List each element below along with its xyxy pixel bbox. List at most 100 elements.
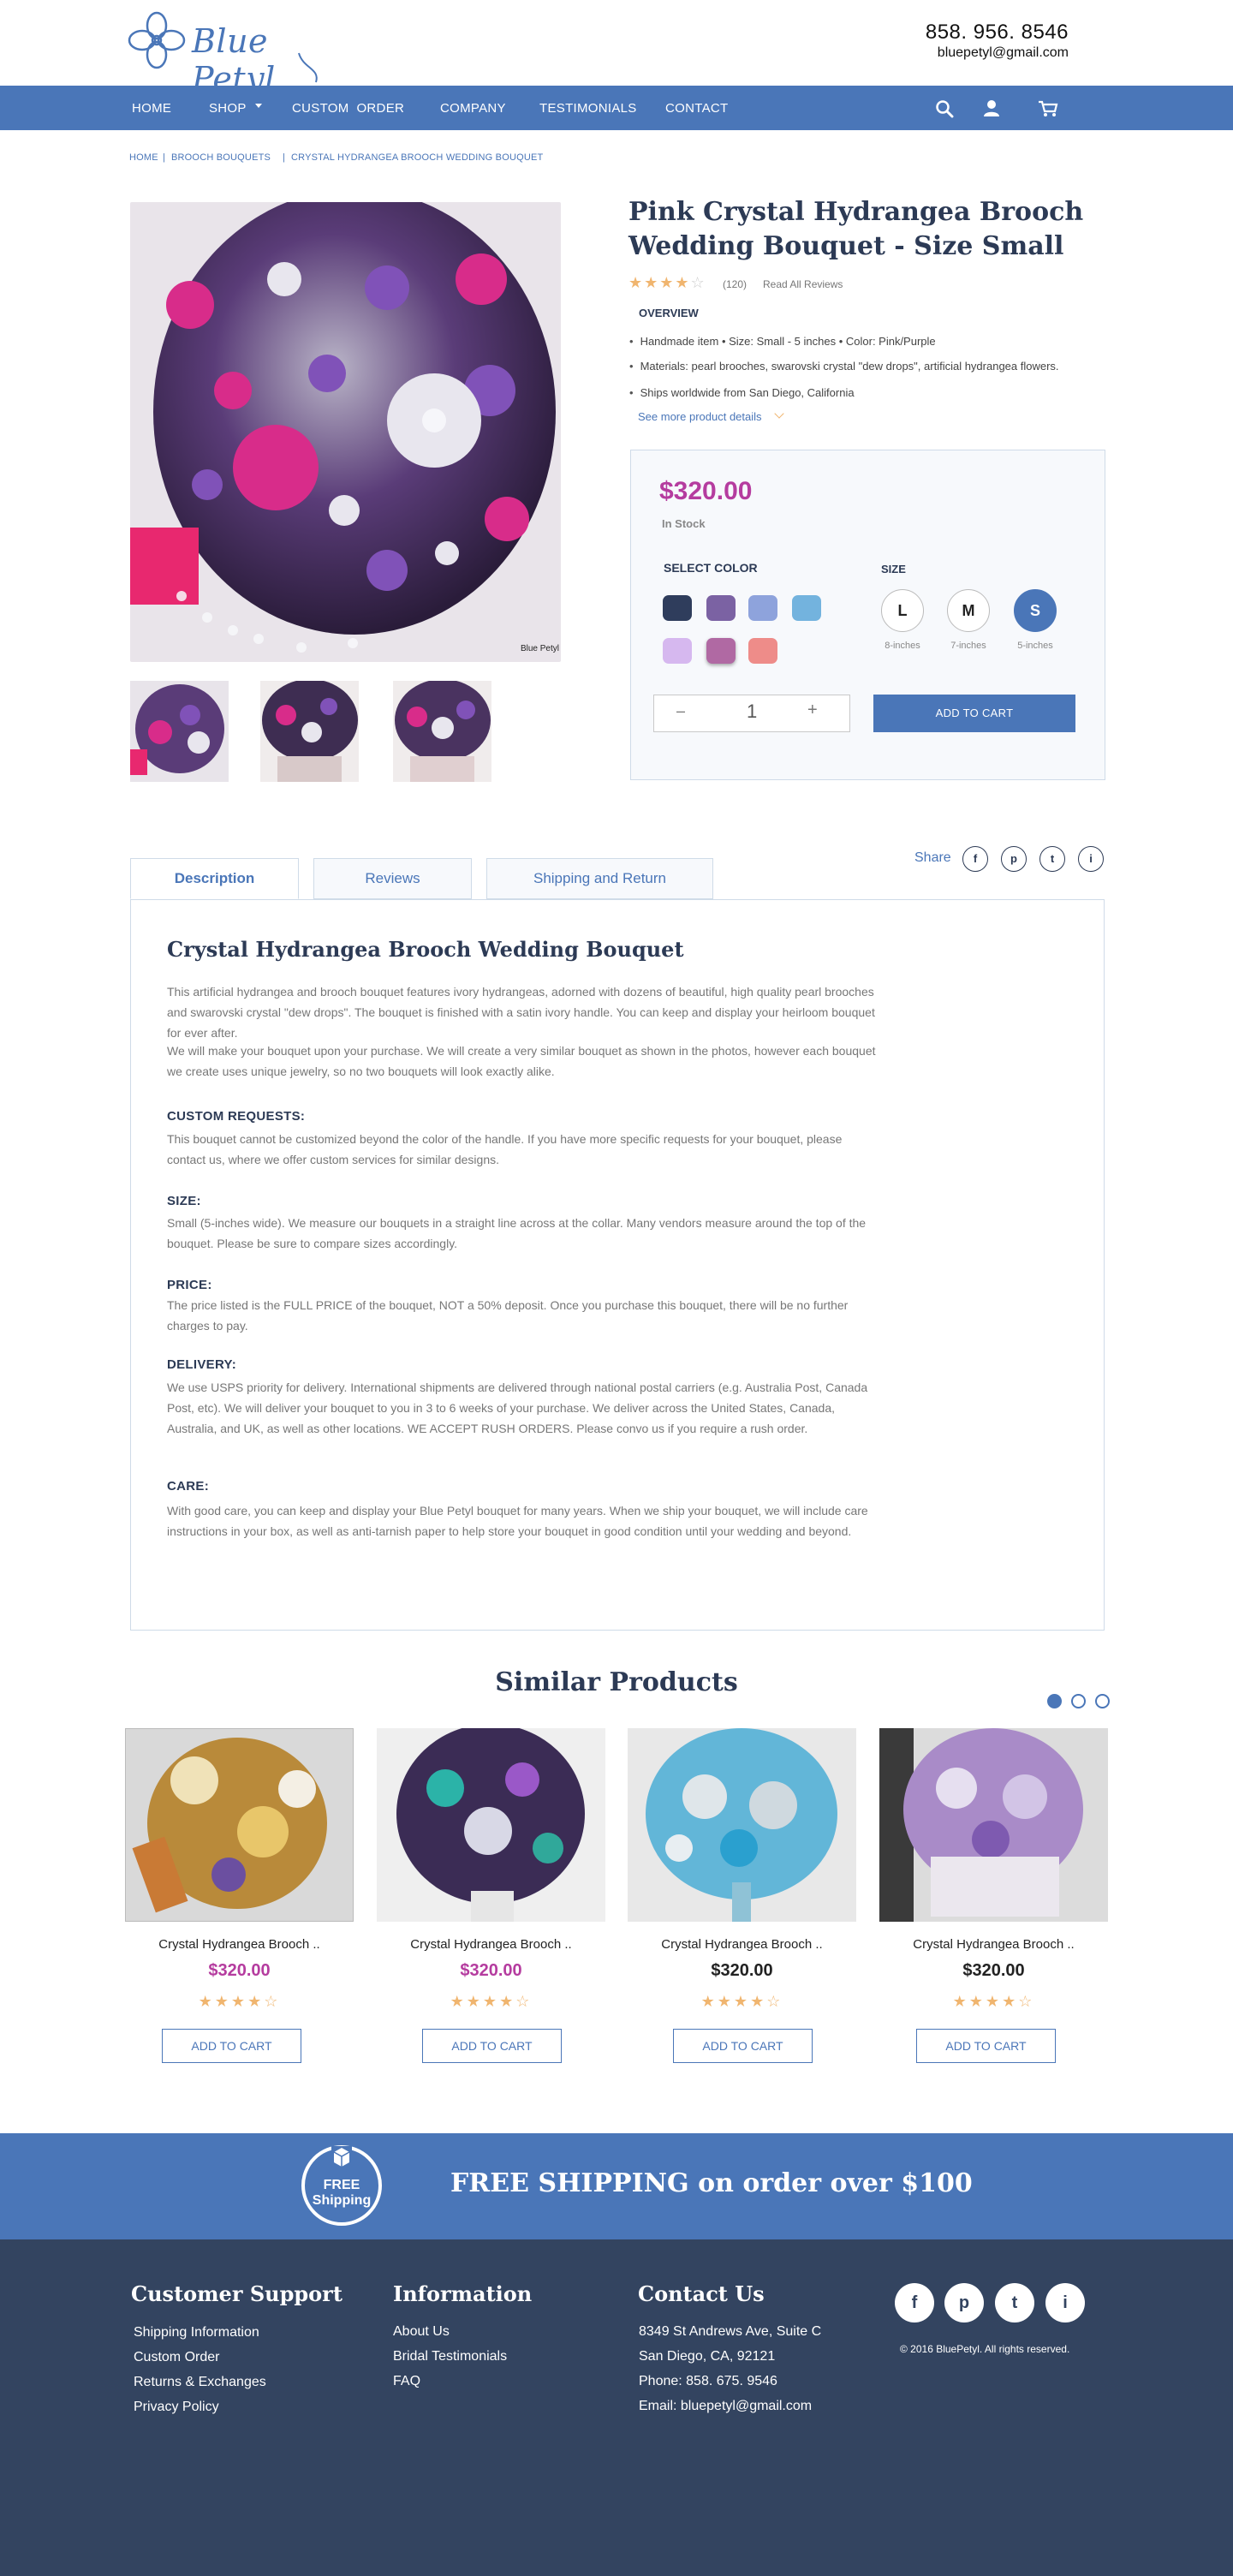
similar-product-image[interactable]: [628, 1728, 856, 1922]
nav-home[interactable]: HOME: [132, 101, 171, 116]
nav-testimonials[interactable]: TESTIMONIALS: [539, 101, 637, 116]
product-title: Pink Crystal Hydrangea Brooch Wedding Bo…: [628, 197, 1084, 261]
product-thumbnail-2[interactable]: [260, 681, 359, 782]
footer-link[interactable]: Privacy Policy: [134, 2400, 219, 2415]
footer-contact-line[interactable]: Email: bluepetyl@gmail.com: [639, 2399, 812, 2414]
similar-add-to-cart-button[interactable]: ADD TO CART: [673, 2029, 813, 2063]
product-rating-stars: ★★★★☆: [628, 274, 706, 291]
similar-product-name[interactable]: Crystal Hydrangea Brooch ..: [879, 1937, 1108, 1952]
footer-pinterest-icon[interactable]: p: [944, 2283, 984, 2323]
tab-shipping-return[interactable]: Shipping and Return: [486, 858, 713, 899]
similar-product-name[interactable]: Crystal Hydrangea Brooch ..: [628, 1937, 856, 1952]
header-email[interactable]: bluepetyl@gmail.com: [938, 45, 1069, 61]
similar-product-name[interactable]: Crystal Hydrangea Brooch ..: [377, 1937, 605, 1952]
nav-custom-order[interactable]: CUSTOM ORDER: [292, 101, 404, 116]
nav-company[interactable]: COMPANY: [440, 101, 506, 116]
shop-caret-icon: [255, 104, 262, 108]
footer-link[interactable]: Custom Order: [134, 2350, 219, 2365]
footer-link[interactable]: Shipping Information: [134, 2325, 259, 2340]
section-heading: CUSTOM REQUESTS:: [167, 1109, 306, 1124]
product-main-image[interactable]: Blue Petyl: [130, 202, 561, 662]
footer-link[interactable]: Bridal Testimonials: [393, 2349, 507, 2364]
tab-description[interactable]: Description: [130, 858, 299, 899]
footer-contact-line: 8349 St Andrews Ave, Suite C: [639, 2324, 822, 2339]
section-text: This bouquet cannot be customized beyond…: [167, 1132, 843, 1166]
header-phone[interactable]: 858. 956. 8546: [926, 21, 1069, 45]
product-thumbnail-3[interactable]: [393, 681, 491, 782]
similar-add-to-cart-button[interactable]: ADD TO CART: [422, 2029, 562, 2063]
similar-product-stars: ★★★★☆: [198, 1993, 281, 2010]
footer-facebook-icon[interactable]: f: [895, 2283, 934, 2323]
similar-product-stars: ★★★★☆: [700, 1993, 783, 2010]
overview-heading: OVERVIEW: [639, 307, 699, 319]
section-heading: CARE:: [167, 1479, 209, 1494]
free-shipping-text: FREE SHIPPING on order over $100: [450, 2168, 973, 2198]
share-pinterest-icon[interactable]: p: [1001, 846, 1027, 872]
copyright: © 2016 BluePetyl. All rights reserved.: [900, 2343, 1070, 2355]
similar-product-image[interactable]: [377, 1728, 605, 1922]
size-label: SIZE: [881, 563, 906, 575]
stock-status: In Stock: [662, 517, 706, 530]
footer-twitter-icon[interactable]: t: [995, 2283, 1034, 2323]
color-swatch[interactable]: [792, 595, 821, 621]
overview-bullet-3: Ships worldwide from San Diego, Californ…: [629, 386, 855, 399]
similar-product-name[interactable]: Crystal Hydrangea Brooch ..: [125, 1937, 354, 1952]
similar-product-image[interactable]: [879, 1728, 1108, 1922]
size-caption: 5-inches: [1017, 641, 1053, 651]
color-swatch[interactable]: [748, 595, 777, 621]
flower-logo-icon: [128, 11, 186, 69]
see-more-details-link[interactable]: See more product details: [638, 410, 762, 423]
description-intro: This artificial hydrangea and brooch bou…: [167, 985, 875, 1040]
carousel-dot[interactable]: [1095, 1694, 1110, 1708]
breadcrumb-sep: |: [163, 152, 166, 163]
chevron-down-icon: [774, 408, 784, 419]
badge-line-1: FREE: [323, 2178, 360, 2192]
color-swatch[interactable]: [663, 638, 692, 664]
similar-add-to-cart-button[interactable]: ADD TO CART: [916, 2029, 1056, 2063]
qty-decrease-button[interactable]: –: [676, 702, 685, 720]
breadcrumb-brooch-bouquets[interactable]: BROOCH BOUQUETS: [171, 152, 271, 163]
footer-link[interactable]: About Us: [393, 2324, 450, 2340]
color-swatch[interactable]: [748, 638, 777, 664]
footer-contact-line[interactable]: Phone: 858. 675. 9546: [639, 2374, 777, 2389]
overview-bullet-2: Materials: pearl brooches, swarovski cry…: [629, 360, 1059, 373]
box-icon: [331, 2146, 352, 2167]
qty-value[interactable]: 1: [747, 701, 757, 723]
description-intro-2: We will make your bouquet upon your purc…: [167, 1044, 876, 1078]
breadcrumb-home[interactable]: HOME: [129, 152, 158, 163]
badge-line-2: Shipping: [312, 2193, 372, 2208]
free-shipping-badge: FREE Shipping: [301, 2145, 382, 2226]
size-button-s[interactable]: S: [1014, 589, 1057, 632]
product-thumbnail-1[interactable]: [130, 681, 229, 782]
footer-link[interactable]: Returns & Exchanges: [134, 2375, 266, 2390]
similar-add-to-cart-button[interactable]: ADD TO CART: [162, 2029, 301, 2063]
logo[interactable]: Blue Petyl: [127, 10, 324, 98]
color-swatch-selected[interactable]: [706, 638, 736, 664]
read-all-reviews-link[interactable]: Read All Reviews: [763, 278, 843, 290]
footer-link[interactable]: FAQ: [393, 2374, 420, 2389]
share-twitter-icon[interactable]: t: [1039, 846, 1065, 872]
color-swatch[interactable]: [706, 595, 736, 621]
share-instagram-icon[interactable]: i: [1078, 846, 1104, 872]
search-icon[interactable]: [935, 99, 954, 118]
similar-product-image[interactable]: [125, 1728, 354, 1922]
share-facebook-icon[interactable]: f: [962, 846, 988, 872]
nav-shop[interactable]: SHOP: [209, 101, 247, 116]
tab-reviews[interactable]: Reviews: [313, 858, 472, 899]
color-swatch[interactable]: [663, 595, 692, 621]
user-icon[interactable]: [982, 98, 1001, 117]
footer-instagram-icon[interactable]: i: [1045, 2283, 1085, 2323]
carousel-dot[interactable]: [1047, 1694, 1062, 1708]
similar-product-price: $320.00: [962, 1961, 1025, 1980]
section-text: With good care, you can keep and display…: [167, 1504, 868, 1538]
size-button-m[interactable]: M: [947, 589, 990, 632]
nav-contact[interactable]: CONTACT: [665, 101, 728, 116]
cart-icon[interactable]: [1038, 99, 1058, 118]
image-watermark: Blue Petyl: [520, 644, 559, 653]
carousel-dot[interactable]: [1071, 1694, 1086, 1708]
similar-product-price: $320.00: [208, 1961, 271, 1980]
size-caption: 8-inches: [885, 641, 920, 651]
qty-increase-button[interactable]: +: [807, 701, 818, 720]
add-to-cart-button[interactable]: ADD TO CART: [873, 695, 1075, 732]
size-button-l[interactable]: L: [881, 589, 924, 632]
